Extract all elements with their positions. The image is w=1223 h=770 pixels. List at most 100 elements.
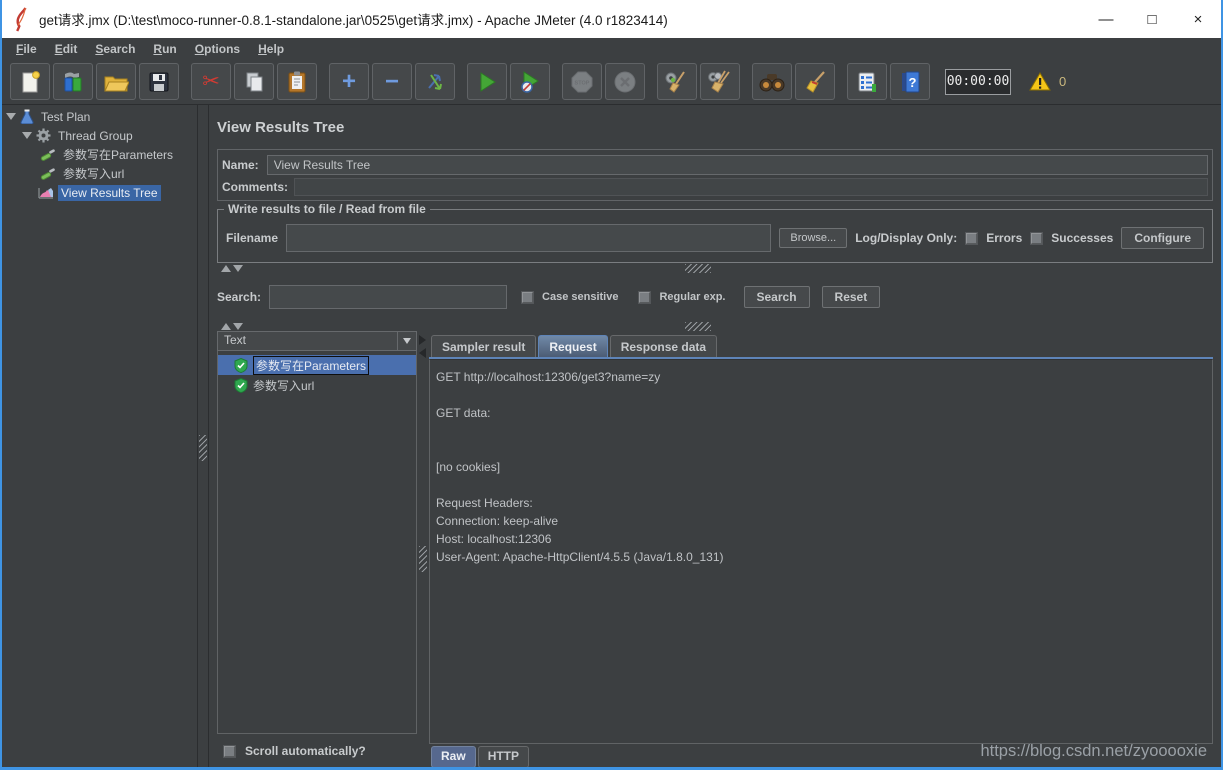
collapse-minus-icon: − <box>384 67 399 95</box>
paste-button[interactable] <box>277 63 317 100</box>
search-reset-button[interactable] <box>795 63 835 100</box>
thread-group-icon <box>36 128 51 143</box>
tab-sampler-result[interactable]: Sampler result <box>431 335 537 357</box>
toggle-button[interactable] <box>415 63 455 100</box>
successes-checkbox[interactable] <box>1030 231 1044 245</box>
result-item-parameters[interactable]: 参数写在Parameters <box>218 355 416 375</box>
splitter-collapse-arrows[interactable] <box>419 335 426 358</box>
cut-button[interactable]: ✂ <box>191 63 231 100</box>
case-sensitive-checkbox[interactable] <box>521 290 535 304</box>
menu-search[interactable]: Search <box>87 40 143 58</box>
configure-button[interactable]: Configure <box>1121 227 1204 249</box>
errors-checkbox[interactable] <box>965 231 979 245</box>
open-button[interactable] <box>96 63 136 100</box>
binoculars-icon <box>759 73 785 91</box>
scroll-automatically-checkbox[interactable] <box>223 744 236 758</box>
collapse-all-button[interactable]: − <box>372 63 412 100</box>
tab-raw[interactable]: Raw <box>431 746 476 767</box>
shutdown-icon <box>614 71 636 92</box>
yellow-broom-icon <box>806 70 825 93</box>
splitter-grip-icon[interactable] <box>199 435 207 461</box>
splitter-down-icon[interactable] <box>233 264 243 272</box>
menu-options[interactable]: Options <box>187 40 248 58</box>
http-sampler-icon <box>40 148 56 162</box>
reset-button[interactable]: Reset <box>821 286 881 308</box>
tree-node-test-plan[interactable]: Test Plan <box>2 107 197 126</box>
comments-input[interactable] <box>294 178 1208 196</box>
expand-all-button[interactable]: + <box>329 63 369 100</box>
case-sensitive-label: Case sensitive <box>542 291 619 303</box>
search-input[interactable] <box>269 285 508 309</box>
copy-button[interactable] <box>234 63 274 100</box>
start-button[interactable] <box>467 63 507 100</box>
splitter-grip-icon[interactable] <box>685 263 711 273</box>
close-button[interactable]: × <box>1175 0 1221 38</box>
tree-node-view-results-tree[interactable]: View Results Tree <box>2 183 197 202</box>
clear-all-button[interactable] <box>700 63 740 100</box>
collapse-caret-icon[interactable] <box>22 132 32 139</box>
tab-http[interactable]: HTTP <box>477 746 530 767</box>
upper-splitter[interactable] <box>217 263 1213 273</box>
jmeter-window: get请求.jmx (D:\test\moco-runner-0.8.1-sta… <box>0 0 1223 770</box>
name-input[interactable] <box>266 155 1208 175</box>
filename-input[interactable] <box>286 224 772 252</box>
tab-response-data[interactable]: Response data <box>609 335 718 357</box>
chevron-down-icon <box>403 338 411 344</box>
splitter-up-icon[interactable] <box>221 264 231 272</box>
results-list-panel: Text 参数写在Parameters 参数写入url Scroll autom… <box>217 331 417 767</box>
detail-tabstrip: Sampler result Request Response data <box>429 331 1213 359</box>
request-content-box[interactable]: GET http://localhost:12306/get3?name=zy … <box>429 359 1213 744</box>
regular-exp-checkbox[interactable] <box>638 290 652 304</box>
help-button[interactable]: ? <box>890 63 930 100</box>
browse-button[interactable]: Browse... <box>779 228 848 248</box>
clear-all-brooms-icon <box>708 70 730 93</box>
minimize-button[interactable]: — <box>1083 0 1129 38</box>
result-item-url[interactable]: 参数写入url <box>218 375 416 395</box>
splitter-down-icon[interactable] <box>233 322 243 330</box>
tree-main-splitter[interactable] <box>198 105 209 767</box>
log-warning-indicator[interactable]: 0 <box>1029 72 1066 91</box>
test-plan-tree: Test Plan Thread Group 参数写在Parameters 参数… <box>2 105 198 767</box>
clear-button[interactable] <box>657 63 697 100</box>
write-results-group: Write results to file / Read from file F… <box>217 202 1213 263</box>
maximize-button[interactable]: □ <box>1129 0 1175 38</box>
warning-triangle-icon <box>1029 72 1051 91</box>
tab-request[interactable]: Request <box>538 335 608 357</box>
stop-button: STOP <box>562 63 602 100</box>
toolbar: ✂ + − STOP ? 00:00:00 0 <box>2 59 1221 105</box>
menu-help[interactable]: Help <box>250 40 292 58</box>
view-selector-arrow[interactable] <box>398 331 417 351</box>
http-sampler-icon <box>40 167 56 181</box>
new-plan-button[interactable] <box>10 63 50 100</box>
search-button[interactable]: Search <box>743 286 810 308</box>
results-detail-splitter[interactable] <box>417 331 429 767</box>
splitter-left-icon[interactable] <box>419 348 426 358</box>
test-plan-icon <box>20 109 34 124</box>
menu-edit[interactable]: Edit <box>47 40 86 58</box>
scroll-automatically-label: Scroll automatically? <box>245 744 366 758</box>
search-toolbar-button[interactable] <box>752 63 792 100</box>
view-selector[interactable]: Text <box>217 331 417 351</box>
view-selector-value[interactable]: Text <box>217 331 398 351</box>
templates-button[interactable] <box>53 63 93 100</box>
csdn-watermark: https://blog.csdn.net/zyooooxie <box>980 742 1207 760</box>
save-button[interactable] <box>139 63 179 100</box>
lower-splitter[interactable] <box>217 321 1213 331</box>
splitter-grip-icon[interactable] <box>419 546 427 572</box>
splitter-grip-icon[interactable] <box>685 321 711 331</box>
menu-file[interactable]: File <box>8 40 45 58</box>
tree-node-thread-group[interactable]: Thread Group <box>2 126 197 145</box>
menubar: File Edit Search Run Options Help <box>2 38 1221 59</box>
open-folder-icon <box>104 76 129 91</box>
tree-node-sampler-parameters[interactable]: 参数写在Parameters <box>2 145 197 164</box>
name-comments-box: Name: Comments: <box>217 149 1213 201</box>
start-no-timers-button[interactable] <box>510 63 550 100</box>
collapse-caret-icon[interactable] <box>6 113 16 120</box>
name-label: Name: <box>222 158 259 172</box>
splitter-right-icon[interactable] <box>419 335 426 345</box>
menu-run[interactable]: Run <box>145 40 184 58</box>
function-helper-button[interactable] <box>847 63 887 100</box>
request-text: GET http://localhost:12306/get3?name=zy … <box>436 370 724 564</box>
splitter-up-icon[interactable] <box>221 322 231 330</box>
tree-node-sampler-url[interactable]: 参数写入url <box>2 164 197 183</box>
